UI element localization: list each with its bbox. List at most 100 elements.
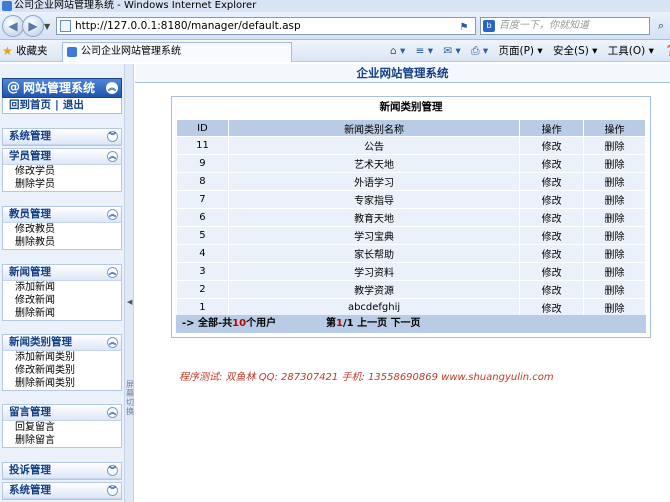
feeds-icon[interactable]: ≡ ▾ <box>416 44 433 58</box>
sidebar-title-bar: @ 网站管理系统 ︽ <box>2 78 122 98</box>
address-input[interactable]: http://127.0.0.1:8180/manager/default.as… <box>56 17 476 35</box>
table-row: 4 家长帮助 修改 删除 <box>176 244 646 263</box>
sidebar-item-delete-student[interactable]: 删除学员 <box>3 178 121 191</box>
forward-button[interactable]: ▶ <box>22 15 44 37</box>
home-icon[interactable]: ⌂ ▾ <box>390 44 405 58</box>
chevron-up-icon[interactable]: ︽ <box>107 267 118 278</box>
chevron-up-icon[interactable]: ︽ <box>107 151 118 162</box>
section-header[interactable]: 新闻管理 ︽ <box>3 265 121 281</box>
delete-link[interactable]: 删除 <box>583 244 646 263</box>
print-icon[interactable]: ⎙ ▾ <box>471 44 488 58</box>
edit-link[interactable]: 修改 <box>519 136 585 155</box>
section-header[interactable]: 系统管理 ︾ <box>3 483 121 499</box>
sidebar-item-delete-category[interactable]: 删除新闻类别 <box>3 377 121 390</box>
edit-link[interactable]: 修改 <box>519 226 585 245</box>
ie-app-icon <box>2 1 12 11</box>
browser-tab[interactable]: 公司企业网站管理系统 <box>62 42 292 62</box>
delete-link[interactable]: 删除 <box>583 262 646 281</box>
table-row: 8 外语学习 修改 删除 <box>176 172 646 191</box>
sidebar-item-delete-message[interactable]: 删除留言 <box>3 434 121 447</box>
delete-link[interactable]: 删除 <box>583 136 646 155</box>
delete-link[interactable]: 删除 <box>583 280 646 299</box>
chevron-down-icon[interactable]: ︾ <box>107 465 118 476</box>
section-header[interactable]: 新闻类别管理 ︽ <box>3 335 121 351</box>
chevron-up-icon[interactable]: ︽ <box>107 209 118 220</box>
help-icon[interactable]: ❓ <box>664 44 670 58</box>
delete-link[interactable]: 删除 <box>583 208 646 227</box>
table-row: 3 学习资料 修改 删除 <box>176 262 646 281</box>
sidebar-section-messages: 留言管理 ︽ 回复留言 删除留言 <box>2 404 122 448</box>
sidebar-item-edit-student[interactable]: 修改学员 <box>3 165 121 178</box>
search-magnifier-icon[interactable]: ⌕ <box>654 19 668 33</box>
cell-category-name: 学习宝典 <box>227 226 521 245</box>
sidebar-toggle-bar[interactable]: ◀ 屏幕切换 <box>124 64 134 502</box>
delete-link[interactable]: 删除 <box>583 226 646 245</box>
collapse-all-icon[interactable]: ︽ <box>106 82 118 94</box>
favorites-button[interactable]: ★ 收藏夹 <box>2 44 48 58</box>
back-button[interactable]: ◀ <box>2 15 24 37</box>
mail-icon[interactable]: ✉ ▾ <box>443 44 460 58</box>
chevron-down-icon[interactable]: ︾ <box>107 485 118 496</box>
tab-favicon <box>67 47 77 57</box>
chevron-up-icon[interactable]: ︽ <box>107 407 118 418</box>
section-header[interactable]: 投诉管理 ︾ <box>3 463 121 479</box>
sidebar-item-delete-teacher[interactable]: 删除教员 <box>3 236 121 249</box>
sidebar-item-add-news[interactable]: 添加新闻 <box>3 281 121 294</box>
delete-link[interactable]: 删除 <box>583 172 646 191</box>
prev-page-link[interactable]: 上一页 <box>357 318 387 329</box>
search-input[interactable]: b 百度一下，你就知道 <box>480 17 650 35</box>
table-row: 6 教育天地 修改 删除 <box>176 208 646 227</box>
delete-link[interactable]: 删除 <box>583 298 646 317</box>
section-header[interactable]: 系统管理 ︾ <box>3 129 121 145</box>
edit-link[interactable]: 修改 <box>519 154 585 173</box>
search-placeholder: 百度一下，你就知道 <box>499 20 589 31</box>
table-row: 1 abcdefghij 修改 删除 <box>176 298 646 317</box>
safety-menu[interactable]: 安全(S) ▾ <box>553 44 597 58</box>
section-header[interactable]: 学员管理 ︽ <box>3 149 121 165</box>
next-page-link[interactable]: 下一页 <box>391 318 421 329</box>
collapse-left-icon[interactable]: ◀ <box>127 298 132 306</box>
sidebar-item-reply-message[interactable]: 回复留言 <box>3 421 121 434</box>
logout-link[interactable]: 退出 <box>63 99 84 111</box>
edit-link[interactable]: 修改 <box>519 208 585 227</box>
sidebar-item-edit-category[interactable]: 修改新闻类别 <box>3 364 121 377</box>
total-count: -> 全部-共10个用户 <box>182 315 276 333</box>
home-link[interactable]: 回到首页 <box>9 99 51 111</box>
sidebar-item-add-category[interactable]: 添加新闻类别 <box>3 351 121 364</box>
column-header-delete: 操作 <box>583 119 646 137</box>
home-logout-bar: 回到首页 | 退出 <box>2 98 122 114</box>
sidebar-section-complaints: 投诉管理 ︾ <box>2 462 122 480</box>
section-header[interactable]: 教员管理 ︽ <box>3 207 121 223</box>
table-row: 2 教学资源 修改 删除 <box>176 280 646 299</box>
delete-link[interactable]: 删除 <box>583 190 646 209</box>
delete-link[interactable]: 删除 <box>583 154 646 173</box>
chevron-up-icon[interactable]: ︽ <box>107 337 118 348</box>
section-title: 学员管理 <box>9 150 51 162</box>
edit-link[interactable]: 修改 <box>519 172 585 191</box>
cell-id: 9 <box>176 154 229 173</box>
cell-id: 6 <box>176 208 229 227</box>
section-header[interactable]: 留言管理 ︽ <box>3 405 121 421</box>
edit-link[interactable]: 修改 <box>519 298 585 317</box>
table-header-row: ID 新闻类别名称 操作 操作 <box>176 119 646 137</box>
cell-category-name: abcdefghij <box>227 298 521 317</box>
sidebar-section-news-categories: 新闻类别管理 ︽ 添加新闻类别 修改新闻类别 删除新闻类别 <box>2 334 122 391</box>
tools-menu[interactable]: 工具(O) ▾ <box>608 44 654 58</box>
cell-id: 4 <box>176 244 229 263</box>
page-menu-label: 页面(P) <box>498 45 535 57</box>
page-prefix: 第 <box>326 318 336 329</box>
compat-view-icon[interactable]: ⚑ <box>457 21 471 34</box>
sidebar: @ 网站管理系统 ︽ 回到首页 | 退出 系统管理 ︾ 学员管理 ︽ 修改学员 删除学员… <box>0 64 134 502</box>
sidebar-item-edit-news[interactable]: 修改新闻 <box>3 294 121 307</box>
edit-link[interactable]: 修改 <box>519 280 585 299</box>
sidebar-item-delete-news[interactable]: 删除新闻 <box>3 307 121 320</box>
total-prefix[interactable]: -> 全部-共 <box>182 318 232 329</box>
edit-link[interactable]: 修改 <box>519 244 585 263</box>
edit-link[interactable]: 修改 <box>519 190 585 209</box>
history-dropdown-icon[interactable]: ▼ <box>44 22 50 31</box>
at-logo-icon: @ <box>7 80 20 95</box>
edit-link[interactable]: 修改 <box>519 262 585 281</box>
sidebar-item-edit-teacher[interactable]: 修改教员 <box>3 223 121 236</box>
chevron-down-icon[interactable]: ︾ <box>107 131 118 142</box>
page-menu[interactable]: 页面(P) ▾ <box>498 44 542 58</box>
